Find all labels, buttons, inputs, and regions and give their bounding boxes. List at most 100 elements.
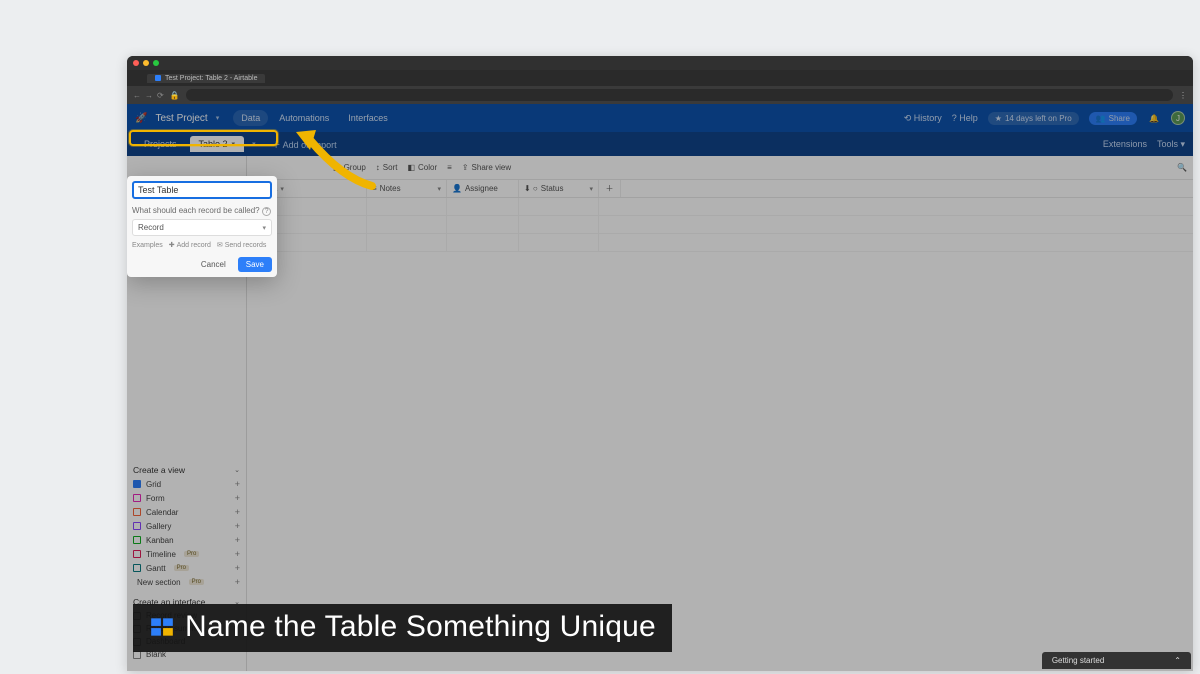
trial-label: 14 days left on Pro (1005, 114, 1072, 123)
address-bar[interactable] (186, 89, 1173, 101)
group-label: Group (344, 163, 366, 172)
new-section[interactable]: New sectionPro+ (133, 575, 240, 589)
view-option-gallery[interactable]: Gallery+ (133, 519, 240, 533)
getting-started-label: Getting started (1052, 656, 1104, 665)
tools-label: Tools (1157, 139, 1178, 149)
table-row[interactable] (247, 198, 1193, 216)
share-label: Share (1109, 114, 1130, 123)
column-header-row: ☐ A ▾ ≡ Notes▾ 👤 Assignee ⬇ ○ Status▾ ＋ (247, 180, 1193, 198)
caption-logo-icon (149, 614, 175, 640)
share-view-label: Share view (472, 163, 512, 172)
avatar[interactable]: J (1171, 111, 1185, 125)
table-tab-label: Table 2 (199, 139, 228, 149)
window-close[interactable] (133, 60, 139, 66)
chevron-down-icon: ▾ (262, 224, 266, 232)
nav-interfaces[interactable]: Interfaces (340, 110, 396, 126)
lock-icon: 🔒 (170, 91, 180, 100)
col-status[interactable]: ⬇ ○ Status▾ (519, 180, 599, 197)
browser-tab[interactable]: Test Project: Table 2 - Airtable (147, 74, 265, 83)
col-assignee[interactable]: 👤 Assignee (447, 180, 519, 197)
rename-table-dialog: What should each record be called? ? Rec… (127, 176, 277, 277)
base-icon: 🚀 (135, 113, 147, 124)
cancel-button[interactable]: Cancel (195, 257, 232, 272)
history-label: History (914, 113, 942, 123)
window-maximize[interactable] (153, 60, 159, 66)
nav-data[interactable]: Data (233, 110, 268, 126)
getting-started-panel[interactable]: Getting started ⌃ (1042, 652, 1191, 669)
macos-titlebar (127, 56, 1193, 70)
examples-label: Examples (132, 242, 163, 249)
view-option-calendar[interactable]: Calendar+ (133, 505, 240, 519)
browser-nav: ← → ⟳ (133, 91, 164, 100)
group-button[interactable]: ▦ Group (333, 163, 366, 172)
view-option-kanban[interactable]: Kanban+ (133, 533, 240, 547)
reload-icon[interactable]: ⟳ (157, 91, 164, 100)
col-label: Status (541, 184, 564, 193)
example-send-records: ✉ Send records (217, 241, 267, 249)
extension-icon[interactable]: ⋮ (1179, 91, 1187, 100)
col-name[interactable]: A ▾ (267, 180, 367, 197)
extensions-link[interactable]: Extensions (1103, 139, 1147, 149)
add-table-button[interactable]: ＋ Add or import (264, 135, 345, 154)
share-button[interactable]: 👥 Share (1089, 112, 1137, 125)
examples-row: Examples ✚ Add record ✉ Send records (132, 241, 272, 249)
notifications-icon[interactable]: 🔔 (1147, 111, 1161, 125)
forward-icon[interactable]: → (145, 91, 153, 100)
help-link[interactable]: ? Help (952, 113, 978, 123)
tools-link[interactable]: Tools ▾ (1157, 139, 1185, 150)
header-nav: Data Automations Interfaces (233, 110, 396, 126)
add-column-button[interactable]: ＋ (599, 180, 621, 197)
record-question-row: What should each record be called? ? (132, 205, 272, 216)
chevron-down-icon[interactable]: ▾ (248, 140, 260, 148)
tutorial-caption: Name the Table Something Unique (133, 604, 672, 652)
search-icon[interactable]: 🔍 (1177, 163, 1187, 172)
share-view-button[interactable]: ⇪ Share view (462, 163, 511, 172)
sort-label: Sort (383, 163, 398, 172)
row-height-button[interactable]: ≡ (447, 163, 452, 172)
col-label: Assignee (465, 184, 498, 193)
col-notes[interactable]: ≡ Notes▾ (367, 180, 447, 197)
trial-pill[interactable]: ★ 14 days left on Pro (988, 112, 1079, 125)
back-icon[interactable]: ← (133, 91, 141, 100)
col-label: Notes (380, 184, 401, 193)
browser-tabbar: Test Project: Table 2 - Airtable (127, 70, 1193, 86)
content-area: Create a view⌄Grid+Form+Calendar+Gallery… (127, 156, 1193, 671)
app-header: 🚀 Test Project ▾ Data Automations Interf… (127, 104, 1193, 132)
view-option-form[interactable]: Form+ (133, 491, 240, 505)
table-row[interactable] (247, 216, 1193, 234)
history-link[interactable]: ⟲ History (904, 113, 942, 124)
help-label: Help (959, 113, 978, 123)
browser-urlbar: ← → ⟳ 🔒 ⋮ (127, 86, 1193, 104)
project-name[interactable]: Test Project (155, 113, 207, 124)
table-name-input[interactable] (138, 185, 266, 195)
table-tab-projects[interactable]: Projects (135, 136, 186, 152)
chevron-up-icon: ⌃ (1174, 656, 1181, 665)
window-minimize[interactable] (143, 60, 149, 66)
help-icon[interactable]: ? (262, 207, 271, 216)
view-toolbar: ▦ Group ↕ Sort ◧ Color ≡ ⇪ Share view 🔍 (247, 156, 1193, 180)
table-row[interactable] (247, 234, 1193, 252)
dialog-actions: Cancel Save (132, 257, 272, 272)
caption-text: Name the Table Something Unique (185, 610, 656, 644)
view-option-gantt[interactable]: GanttPro+ (133, 561, 240, 575)
color-label: Color (418, 163, 437, 172)
add-table-label: Add or import (283, 140, 337, 150)
browser-tab-title: Test Project: Table 2 - Airtable (165, 75, 257, 82)
chevron-down-icon[interactable]: ▾ (216, 114, 220, 122)
browser-window: Test Project: Table 2 - Airtable ← → ⟳ 🔒… (127, 56, 1193, 671)
grid-main: ▦ Group ↕ Sort ◧ Color ≡ ⇪ Share view 🔍 … (247, 156, 1193, 671)
airtable-app: 🚀 Test Project ▾ Data Automations Interf… (127, 104, 1193, 671)
record-noun-select[interactable]: Record ▾ (132, 219, 272, 236)
chevron-down-icon[interactable]: ▾ (232, 140, 236, 148)
view-option-grid[interactable]: Grid+ (133, 477, 240, 491)
create-view-header[interactable]: Create a view⌄ (133, 463, 240, 477)
color-button[interactable]: ◧ Color (407, 163, 437, 172)
table-tab-active[interactable]: Table 2 ▾ (190, 136, 245, 152)
sort-button[interactable]: ↕ Sort (376, 163, 398, 172)
view-option-timeline[interactable]: TimelinePro+ (133, 547, 240, 561)
record-question-label: What should each record be called? (132, 206, 260, 215)
table-name-input-wrap (132, 181, 272, 199)
table-bar: Projects Table 2 ▾ ▾ ＋ Add or import Exte… (127, 132, 1193, 156)
nav-automations[interactable]: Automations (271, 110, 337, 126)
save-button[interactable]: Save (238, 257, 272, 272)
